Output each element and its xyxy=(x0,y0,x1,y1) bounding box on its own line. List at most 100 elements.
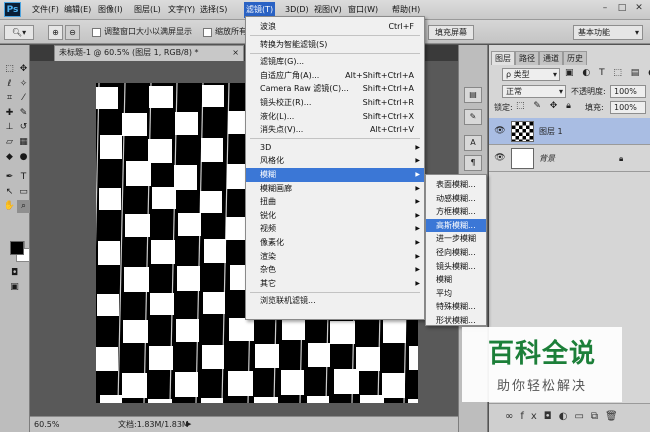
brush-tool-icon[interactable]: ✎ xyxy=(17,107,30,120)
blend-mode-select[interactable]: 正常 ▾ xyxy=(502,85,566,98)
zoom-tool-icon[interactable]: ⌕ xyxy=(17,200,30,214)
maximize-button[interactable]: □ xyxy=(614,2,630,15)
minimize-button[interactable]: – xyxy=(597,2,613,15)
layer-name[interactable]: 背景 xyxy=(539,145,555,172)
layer-name[interactable]: 图层 1 xyxy=(539,118,563,145)
filter-menu-item[interactable]: 消失点(V)... Alt+Ctrl+V xyxy=(246,123,424,137)
blur-submenu-item[interactable]: 特殊模糊... xyxy=(426,300,486,314)
filter-menu-item[interactable]: 波浪 Ctrl+F xyxy=(246,20,424,34)
trash-icon[interactable]: 🗑︎ xyxy=(605,411,625,422)
filter-menu-item[interactable]: 模糊画廊 ▶ xyxy=(246,182,424,196)
tab-history[interactable]: 历史 xyxy=(563,51,587,65)
filter-menu-item[interactable]: 滤镜库(G)... xyxy=(246,55,424,69)
fill-field[interactable]: 100% xyxy=(610,101,646,114)
new-layer-icon[interactable]: ⧉ xyxy=(591,411,605,422)
workspace-select[interactable]: 基本功能 ▾ xyxy=(573,25,643,40)
history-panel-icon[interactable]: ▤ xyxy=(464,87,482,103)
filter-menu-item[interactable]: 镜头校正(R)... Shift+Ctrl+R xyxy=(246,96,424,110)
filter-menu-item[interactable]: 风格化 ▶ xyxy=(246,154,424,168)
filter-menu-item[interactable]: 转换为智能滤镜(S) xyxy=(246,38,424,52)
marquee-tool-icon[interactable]: ⬚ xyxy=(3,63,16,76)
healing-brush-icon[interactable]: ✚ xyxy=(3,107,16,120)
gradient-tool-icon[interactable]: ▦ xyxy=(17,136,30,149)
blur-submenu-item[interactable]: 表面模糊... xyxy=(426,178,486,192)
foreground-color-swatch-front[interactable] xyxy=(10,241,24,255)
blur-submenu-item[interactable]: 镜头模糊... xyxy=(426,260,486,274)
layer-row-layer1[interactable]: 👁︎ 图层 1 xyxy=(489,118,650,145)
filter-menu-item[interactable]: Camera Raw 滤镜(C)... Shift+Ctrl+A xyxy=(246,82,424,96)
lock-icons[interactable]: ⬚ ✎ ✥ 🔒︎ xyxy=(516,101,574,111)
zoom-level[interactable]: 60.5% xyxy=(34,417,59,432)
character-panel-icon[interactable]: A xyxy=(464,135,482,151)
quick-mask-icon[interactable]: ◘ xyxy=(8,267,21,280)
menu-item[interactable]: 选择(S) xyxy=(198,2,229,18)
dodge-tool-icon[interactable]: ● xyxy=(17,151,30,164)
filter-menu-item[interactable]: 视频 ▶ xyxy=(246,222,424,236)
history-brush-icon[interactable]: ↺ xyxy=(17,121,30,134)
screen-mode-icon[interactable]: ▣ xyxy=(8,281,21,294)
visibility-eye-icon[interactable]: 👁︎ xyxy=(494,145,506,172)
filter-menu-item[interactable]: 3D ▶ xyxy=(246,141,424,155)
blur-submenu-item[interactable]: 形状模糊... xyxy=(426,314,486,328)
blur-submenu-item[interactable]: 高斯模糊... xyxy=(426,218,486,233)
opacity-field[interactable]: 100% xyxy=(610,85,646,98)
filter-menu-item[interactable]: 液化(L)... Shift+Ctrl+X xyxy=(246,110,424,124)
filter-menu-item[interactable]: 杂色 ▶ xyxy=(246,263,424,277)
fill-screen-button[interactable]: 填充屏幕 xyxy=(428,25,474,40)
eyedropper-tool-icon[interactable]: ⁄ xyxy=(17,92,30,105)
blur-submenu-item[interactable]: 平均 xyxy=(426,287,486,301)
zoom-out-button[interactable]: ⊖ xyxy=(65,25,80,40)
filter-menu-item[interactable]: 锐化 ▶ xyxy=(246,209,424,223)
adjustment-icon[interactable]: ◐ xyxy=(559,411,575,422)
hand-tool-icon[interactable]: ✋ xyxy=(3,200,16,213)
zoom-all-checkbox[interactable] xyxy=(203,28,212,37)
document-tab[interactable]: 未标题-1 @ 60.5% (图层 1, RGB/8) * × xyxy=(54,45,244,61)
type-tool-icon[interactable]: T xyxy=(17,171,30,184)
blur-submenu-item[interactable]: 方框模糊... xyxy=(426,205,486,219)
filter-menu-item[interactable]: 扭曲 ▶ xyxy=(246,195,424,209)
fx-icon[interactable]: fx xyxy=(520,411,543,422)
layers-footer-icons[interactable]: ∞fx◘◐▭⧉🗑︎ xyxy=(505,411,625,422)
blur-submenu-item[interactable]: 进一步模糊 xyxy=(426,232,486,246)
blur-submenu-item[interactable]: 动感模糊... xyxy=(426,192,486,206)
tab-channels[interactable]: 通道 xyxy=(539,51,563,65)
filter-menu-item[interactable]: 渲染 ▶ xyxy=(246,250,424,264)
resize-windows-checkbox[interactable] xyxy=(92,28,101,37)
tab-paths[interactable]: 路径 xyxy=(515,51,539,65)
move-tool-icon[interactable]: ✥ xyxy=(17,63,30,76)
folder-icon[interactable]: ▭ xyxy=(574,411,590,422)
blur-submenu-item[interactable]: 径向模糊... xyxy=(426,246,486,260)
filter-menu-item[interactable]: 像素化 ▶ xyxy=(246,236,424,250)
paragraph-panel-icon[interactable]: ¶ xyxy=(464,155,482,171)
properties-panel-icon[interactable]: ✎ xyxy=(464,109,482,125)
close-tab-icon[interactable]: × xyxy=(232,46,239,60)
layer-filter-icons[interactable]: ▣ ◐ T ⬚ ▤ ● xyxy=(565,68,650,78)
crop-tool-icon[interactable]: ⌗ xyxy=(3,92,16,105)
filter-menu-item[interactable]: 浏览联机滤镜... xyxy=(246,294,424,308)
zoom-tool-preset[interactable]: 🔍︎▾ xyxy=(4,25,34,40)
blur-tool-icon[interactable]: ◆ xyxy=(3,151,16,164)
menu-item[interactable]: 图像(I) xyxy=(96,2,125,18)
mask-icon[interactable]: ◘ xyxy=(544,411,559,422)
filter-menu-item[interactable]: 自适应广角(A)... Alt+Shift+Ctrl+A xyxy=(246,69,424,83)
rectangle-tool-icon[interactable]: ▭ xyxy=(17,186,30,199)
lasso-tool-icon[interactable]: ℓ xyxy=(3,78,16,91)
menu-item[interactable]: 编辑(E) xyxy=(62,2,93,18)
tab-layers[interactable]: 图层 xyxy=(491,51,515,65)
clone-stamp-icon[interactable]: ⊥ xyxy=(3,121,16,134)
status-menu-arrow-icon[interactable]: ▶ xyxy=(186,417,191,432)
layer-kind-select[interactable]: ρ 类型 ▾ xyxy=(502,68,560,81)
filter-menu-item[interactable]: 其它 ▶ xyxy=(246,277,424,291)
filter-menu-item[interactable]: 模糊 ▶ xyxy=(246,168,424,182)
path-select-icon[interactable]: ↖ xyxy=(3,186,16,199)
visibility-eye-icon[interactable]: 👁︎ xyxy=(494,118,506,145)
menu-item[interactable]: 文字(Y) xyxy=(166,2,197,18)
link-icon[interactable]: ∞ xyxy=(505,411,520,422)
menu-item[interactable]: 图层(L) xyxy=(132,2,163,18)
pen-tool-icon[interactable]: ✒ xyxy=(3,171,16,184)
blur-submenu-item[interactable]: 模糊 xyxy=(426,273,486,287)
layer-row-background[interactable]: 👁︎ 背景 🔒︎ xyxy=(489,145,650,172)
close-button[interactable]: ✕ xyxy=(631,2,647,15)
zoom-in-button[interactable]: ⊕ xyxy=(48,25,63,40)
menu-item[interactable]: 文件(F) xyxy=(30,2,61,18)
